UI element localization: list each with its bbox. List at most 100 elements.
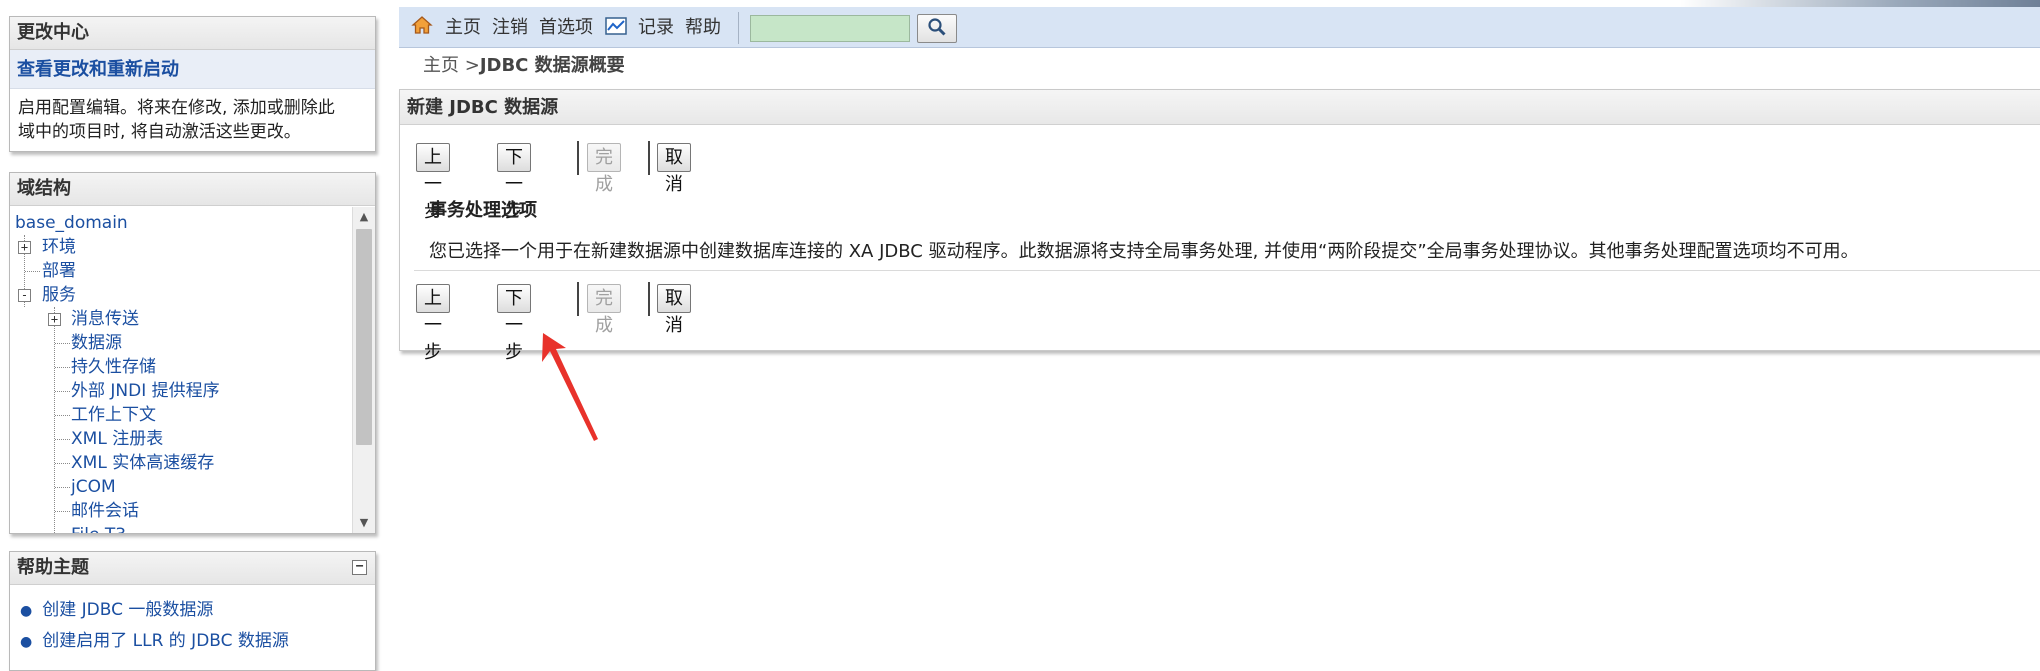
next-button[interactable]: 下一步 — [497, 284, 531, 363]
help-topics-title: 帮助主题 — [17, 557, 89, 578]
tree-link-jcom[interactable]: jCOM — [71, 475, 116, 499]
tree-link-messaging[interactable]: 消息传送 — [71, 307, 139, 331]
tree-connector — [55, 487, 70, 488]
change-desc-line2: 域中的项目时, 将自动激活这些更改。 — [18, 122, 301, 142]
help-topics-panel: 帮助主题 − ● 创建 JDBC 一般数据源 ● 创建启用了 LLR 的 JDBC … — [9, 551, 376, 671]
preferences-link[interactable]: 首选项 — [539, 7, 593, 48]
record-icon[interactable] — [605, 7, 627, 48]
change-center-description: 启用配置编辑。将来在修改, 添加或删除此 域中的项目时, 将自动激活这些更改。 — [10, 89, 375, 144]
tree-connector — [55, 439, 70, 440]
back-button[interactable]: 上一步 — [416, 143, 450, 222]
tree-connector — [55, 463, 70, 464]
banner-edge — [1680, 0, 2040, 7]
button-separator — [648, 141, 650, 175]
help-topic-item: ● 创建启用了 LLR 的 JDBC 数据源 — [20, 626, 375, 657]
tree-item-file-t3[interactable]: File T3 — [10, 523, 352, 533]
help-topic-item: ● 创建 JDBC 一般数据源 — [20, 595, 375, 626]
tree-item-services[interactable]: - 服务 — [10, 283, 352, 307]
collapse-minus-icon[interactable]: - — [18, 289, 31, 302]
tree-item-xml-registries[interactable]: XML 注册表 — [10, 427, 352, 451]
top-toolbar: 主页 注销 首选项 记录 帮助 — [399, 7, 2040, 48]
finish-button[interactable]: 完成 — [587, 143, 621, 195]
tree-link-data-sources[interactable]: 数据源 — [71, 331, 122, 355]
domain-tree: base_domain + 环境 部署 - 服务 + 消息传送 数据源 持久性存… — [10, 207, 352, 533]
tree-link-mail-sessions[interactable]: 邮件会话 — [71, 499, 139, 523]
help-topics-header: 帮助主题 − — [10, 552, 375, 585]
tree-link-environment[interactable]: 环境 — [42, 235, 76, 259]
breadcrumb-current[interactable]: JDBC 数据源概要 — [480, 55, 625, 76]
tree-item-base-domain[interactable]: base_domain — [10, 211, 352, 235]
tree-item-xml-entity-caches[interactable]: XML 实体高速缓存 — [10, 451, 352, 475]
help-topics-list: ● 创建 JDBC 一般数据源 ● 创建启用了 LLR 的 JDBC 数据源 — [10, 585, 375, 657]
expand-plus-icon[interactable]: + — [48, 313, 61, 326]
tree-item-persistent-stores[interactable]: 持久性存储 — [10, 355, 352, 379]
toolbar-separator — [738, 12, 739, 44]
help-link-create-generic-ds[interactable]: 创建 JDBC 一般数据源 — [42, 600, 213, 620]
tree-connector — [25, 271, 40, 272]
tree-item-data-sources[interactable]: 数据源 — [10, 331, 352, 355]
tree-item-mail-sessions[interactable]: 邮件会话 — [10, 499, 352, 523]
tree-link-foreign-jndi[interactable]: 外部 JNDI 提供程序 — [71, 379, 220, 403]
section-description: 您已选择一个用于在新建数据源中创建数据库连接的 XA JDBC 驱动程序。此数据… — [429, 241, 1859, 262]
button-separator — [577, 141, 579, 175]
tree-connector — [55, 343, 70, 344]
view-changes-restart-link[interactable]: 查看更改和重新启动 — [17, 59, 179, 80]
scroll-down-arrow-icon[interactable]: ▼ — [353, 513, 375, 533]
search-icon — [928, 18, 946, 36]
tree-connector — [55, 367, 70, 368]
tree-item-environment[interactable]: + 环境 — [10, 235, 352, 259]
logout-link[interactable]: 注销 — [492, 7, 528, 48]
domain-structure-title: 域结构 — [10, 173, 375, 206]
breadcrumb: 主页 >JDBC 数据源概要 — [423, 52, 625, 80]
home-icon[interactable] — [411, 7, 433, 48]
change-center-panel: 更改中心 查看更改和重新启动 启用配置编辑。将来在修改, 添加或删除此 域中的项… — [9, 16, 376, 152]
tree-link-xml-entity-caches[interactable]: XML 实体高速缓存 — [71, 451, 214, 475]
expand-plus-icon[interactable]: + — [18, 241, 31, 254]
breadcrumb-separator: > — [459, 55, 480, 76]
divider — [414, 270, 2040, 271]
tree-link-deployments[interactable]: 部署 — [42, 259, 76, 283]
tree-link-work-contexts[interactable]: 工作上下文 — [71, 403, 156, 427]
change-center-title: 更改中心 — [10, 17, 375, 50]
tree-link-services[interactable]: 服务 — [42, 283, 76, 307]
tree-item-messaging[interactable]: + 消息传送 — [10, 307, 352, 331]
search-input[interactable] — [750, 15, 910, 42]
cancel-button[interactable]: 取消 — [657, 143, 691, 195]
page-title: 新建 JDBC 数据源 — [400, 90, 2040, 125]
tree-root-link[interactable]: base_domain — [15, 213, 128, 233]
tree-link-persistent-stores[interactable]: 持久性存储 — [71, 355, 156, 379]
tree-connector — [55, 415, 70, 416]
tree-item-work-contexts[interactable]: 工作上下文 — [10, 403, 352, 427]
search-button[interactable] — [917, 14, 957, 43]
change-desc-line1: 启用配置编辑。将来在修改, 添加或删除此 — [18, 98, 335, 118]
change-link-row: 查看更改和重新启动 — [10, 50, 375, 89]
help-link[interactable]: 帮助 — [685, 7, 721, 48]
finish-button[interactable]: 完成 — [587, 284, 621, 336]
collapse-minus-icon[interactable]: − — [352, 560, 367, 575]
annotation-arrow-icon — [542, 333, 598, 441]
bullet-icon: ● — [20, 634, 33, 650]
new-jdbc-datasource-panel: 新建 JDBC 数据源 上一步 下一步 完成 取消 事务处理选项 您已选择一个用… — [399, 89, 2040, 363]
tree-item-foreign-jndi[interactable]: 外部 JNDI 提供程序 — [10, 379, 352, 403]
back-button[interactable]: 上一步 — [416, 284, 450, 363]
home-link[interactable]: 主页 — [445, 7, 481, 48]
record-link[interactable]: 记录 — [638, 7, 674, 48]
next-button[interactable]: 下一步 — [497, 143, 531, 222]
scroll-thumb[interactable] — [356, 229, 372, 445]
tree-scrollbar[interactable]: ▲ ▼ — [352, 207, 375, 533]
tree-connector — [55, 391, 70, 392]
help-link-create-llr-ds[interactable]: 创建启用了 LLR 的 JDBC 数据源 — [42, 631, 289, 651]
tree-link-file-t3[interactable]: File T3 — [71, 523, 126, 533]
tree-connector — [55, 511, 70, 512]
domain-structure-panel: 域结构 base_domain + 环境 部署 - 服务 + 消息传送 数据源 — [9, 172, 376, 534]
bullet-icon: ● — [20, 603, 33, 619]
section-title: 事务处理选项 — [429, 200, 537, 221]
button-separator — [648, 282, 650, 316]
cancel-button[interactable]: 取消 — [657, 284, 691, 336]
tree-item-jcom[interactable]: jCOM — [10, 475, 352, 499]
button-separator — [577, 282, 579, 316]
tree-item-deployments[interactable]: 部署 — [10, 259, 352, 283]
tree-link-xml-registries[interactable]: XML 注册表 — [71, 427, 163, 451]
scroll-up-arrow-icon[interactable]: ▲ — [353, 207, 375, 227]
breadcrumb-home-link[interactable]: 主页 — [423, 55, 459, 76]
